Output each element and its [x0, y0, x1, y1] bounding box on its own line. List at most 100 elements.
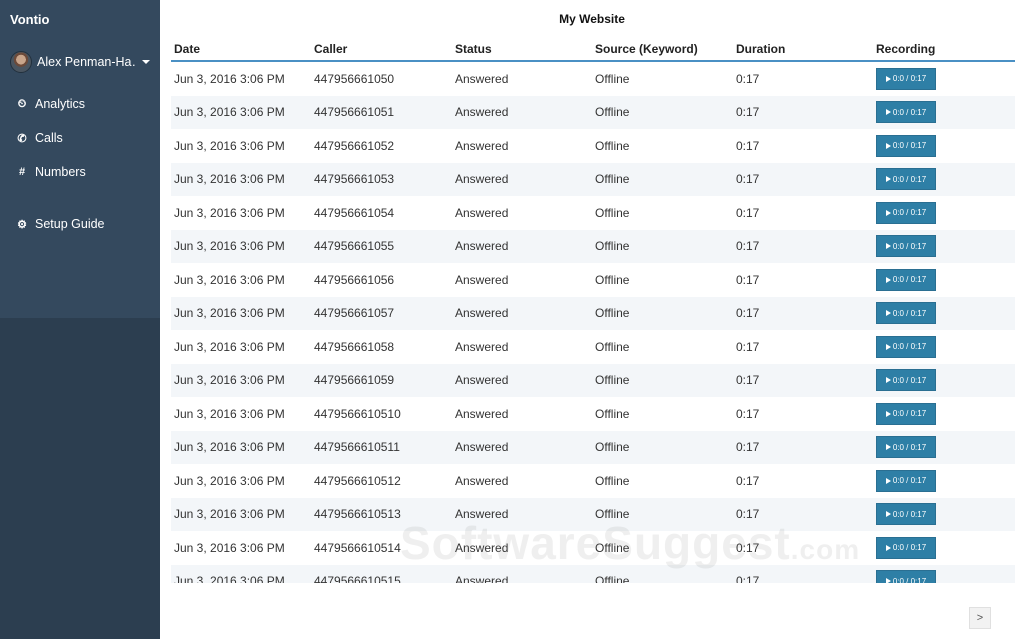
cell-source: Offline — [595, 105, 630, 120]
play-icon — [885, 444, 891, 451]
cell-source: Offline — [595, 339, 630, 354]
recording-time: 0:0 / 0:17 — [892, 409, 927, 419]
play-icon — [885, 276, 891, 283]
play-recording-button[interactable]: 0:0 / 0:17 — [876, 168, 936, 191]
play-recording-button[interactable]: 0:0 / 0:17 — [876, 402, 936, 425]
table-row[interactable]: Jun 3, 2016 3:06 PM 447956661051 Answered O… — [171, 95, 1015, 129]
sidebar: Vontio Alex Penman-Ha… ⏲ Analytics ✆ Cal… — [0, 0, 160, 639]
table-row[interactable]: Jun 3, 2016 3:06 PM 447956661050 Answered O… — [171, 62, 1015, 96]
cell-recording: 0:0 / 0:17 — [873, 168, 1015, 191]
table-row[interactable]: Jun 3, 2016 3:06 PM 447956661055 Answered O… — [171, 229, 1015, 263]
cell-status: Answered — [455, 306, 509, 321]
table-row[interactable]: Jun 3, 2016 3:06 PM 447956661056 Answered O… — [171, 263, 1015, 297]
recording-time: 0:0 / 0:17 — [892, 74, 927, 84]
cell-date: Jun 3, 2016 3:06 PM — [174, 339, 285, 354]
table-row[interactable]: Jun 3, 2016 3:06 PM 447956661054 Answered O… — [171, 196, 1015, 230]
cell-recording: 0:0 / 0:17 — [873, 302, 1015, 325]
dashboard-icon: ⏲ — [17, 97, 27, 110]
column-header-caller[interactable]: Caller — [311, 42, 452, 56]
next-page-button[interactable]: > — [969, 607, 991, 629]
cell-source: Offline — [595, 138, 630, 153]
cell-source: Offline — [595, 172, 630, 187]
table-row[interactable]: Jun 3, 2016 3:06 PM 4479566610511 Answered… — [171, 430, 1015, 464]
table-row[interactable]: Jun 3, 2016 3:06 PM 447956661058 Answered O… — [171, 330, 1015, 364]
play-recording-button[interactable]: 0:0 / 0:17 — [876, 536, 936, 559]
table-row[interactable]: Jun 3, 2016 3:06 PM 447956661059 Answered O… — [171, 363, 1015, 397]
play-recording-button[interactable]: 0:0 / 0:17 — [876, 101, 936, 124]
play-recording-button[interactable]: 0:0 / 0:17 — [876, 436, 936, 459]
play-recording-button[interactable]: 0:0 / 0:17 — [876, 67, 936, 90]
cell-date: Jun 3, 2016 3:06 PM — [174, 540, 285, 555]
cell-duration: 0:17 — [736, 540, 760, 555]
cell-recording: 0:0 / 0:17 — [873, 201, 1015, 224]
table-row[interactable]: Jun 3, 2016 3:06 PM 4479566610510 Answered… — [171, 397, 1015, 431]
play-icon — [885, 477, 891, 484]
cell-date: Jun 3, 2016 3:06 PM — [174, 473, 285, 488]
play-recording-button[interactable]: 0:0 / 0:17 — [876, 235, 936, 258]
cell-duration: 0:17 — [736, 239, 760, 254]
cell-caller: 447956661056 — [314, 272, 395, 287]
play-recording-button[interactable]: 0:0 / 0:17 — [876, 503, 936, 526]
cell-date: Jun 3, 2016 3:06 PM — [174, 138, 285, 153]
cell-duration: 0:17 — [736, 306, 760, 321]
cell-status: Answered — [455, 339, 509, 354]
table-row[interactable]: Jun 3, 2016 3:06 PM 4479566610514 Answered… — [171, 531, 1015, 565]
column-header-recording[interactable]: Recording — [873, 42, 1015, 56]
app-brand[interactable]: Vontio — [10, 12, 49, 27]
table-row[interactable]: Jun 3, 2016 3:06 PM 447956661057 Answered O… — [171, 296, 1015, 330]
cell-status: Answered — [455, 239, 509, 254]
cell-source: Offline — [595, 406, 630, 421]
cell-recording: 0:0 / 0:17 — [873, 335, 1015, 358]
cell-caller: 447956661052 — [314, 138, 395, 153]
play-recording-button[interactable]: 0:0 / 0:17 — [876, 268, 936, 291]
table-row[interactable]: Jun 3, 2016 3:06 PM 4479566610513 Answered… — [171, 497, 1015, 531]
recording-time: 0:0 / 0:17 — [892, 576, 927, 583]
cell-status: Answered — [455, 406, 509, 421]
play-icon — [885, 209, 891, 216]
play-recording-button[interactable]: 0:0 / 0:17 — [876, 302, 936, 325]
sidebar-item-calls[interactable]: ✆ Calls — [16, 129, 62, 147]
sidebar-item-label: Setup Guide — [35, 217, 105, 231]
play-recording-button[interactable]: 0:0 / 0:17 — [876, 570, 936, 583]
cell-status: Answered — [455, 205, 509, 220]
table-row[interactable]: Jun 3, 2016 3:06 PM 447956661053 Answered O… — [171, 162, 1015, 196]
avatar — [10, 51, 32, 73]
play-icon — [885, 142, 891, 149]
cell-recording: 0:0 / 0:17 — [873, 369, 1015, 392]
table-row[interactable]: Jun 3, 2016 3:06 PM 447956661052 Answered O… — [171, 129, 1015, 163]
column-header-status[interactable]: Status — [452, 42, 592, 56]
cell-recording: 0:0 / 0:17 — [873, 235, 1015, 258]
cell-caller: 447956661054 — [314, 205, 395, 220]
cell-date: Jun 3, 2016 3:06 PM — [174, 373, 285, 388]
play-recording-button[interactable]: 0:0 / 0:17 — [876, 369, 936, 392]
play-recording-button[interactable]: 0:0 / 0:17 — [876, 134, 936, 157]
cell-date: Jun 3, 2016 3:06 PM — [174, 205, 285, 220]
sidebar-item-analytics[interactable]: ⏲ Analytics — [16, 95, 85, 113]
table-row[interactable]: Jun 3, 2016 3:06 PM 4479566610515 Answered… — [171, 564, 1015, 583]
cell-recording: 0:0 / 0:17 — [873, 503, 1015, 526]
phone-icon: ✆ — [17, 132, 27, 145]
cell-source: Offline — [595, 440, 630, 455]
play-recording-button[interactable]: 0:0 / 0:17 — [876, 469, 936, 492]
sidebar-item-setup-guide[interactable]: ⚙ Setup Guide — [16, 215, 105, 233]
cell-recording: 0:0 / 0:17 — [873, 67, 1015, 90]
cell-date: Jun 3, 2016 3:06 PM — [174, 507, 285, 522]
column-header-date[interactable]: Date — [171, 42, 311, 56]
column-header-source[interactable]: Source (Keyword) — [592, 42, 733, 56]
cell-date: Jun 3, 2016 3:06 PM — [174, 172, 285, 187]
table-row[interactable]: Jun 3, 2016 3:06 PM 4479566610512 Answered… — [171, 464, 1015, 498]
cell-caller: 447956661050 — [314, 71, 395, 86]
recording-time: 0:0 / 0:17 — [892, 107, 927, 117]
cell-status: Answered — [455, 373, 509, 388]
column-header-duration[interactable]: Duration — [733, 42, 873, 56]
cell-source: Offline — [595, 574, 630, 583]
cell-status: Answered — [455, 440, 509, 455]
cell-duration: 0:17 — [736, 339, 760, 354]
play-recording-button[interactable]: 0:0 / 0:17 — [876, 201, 936, 224]
recording-time: 0:0 / 0:17 — [892, 241, 927, 251]
user-menu[interactable]: Alex Penman-Ha… — [10, 50, 150, 74]
sidebar-item-numbers[interactable]: # Numbers — [16, 163, 86, 181]
play-recording-button[interactable]: 0:0 / 0:17 — [876, 335, 936, 358]
cell-status: Answered — [455, 574, 509, 583]
play-icon — [885, 544, 891, 551]
